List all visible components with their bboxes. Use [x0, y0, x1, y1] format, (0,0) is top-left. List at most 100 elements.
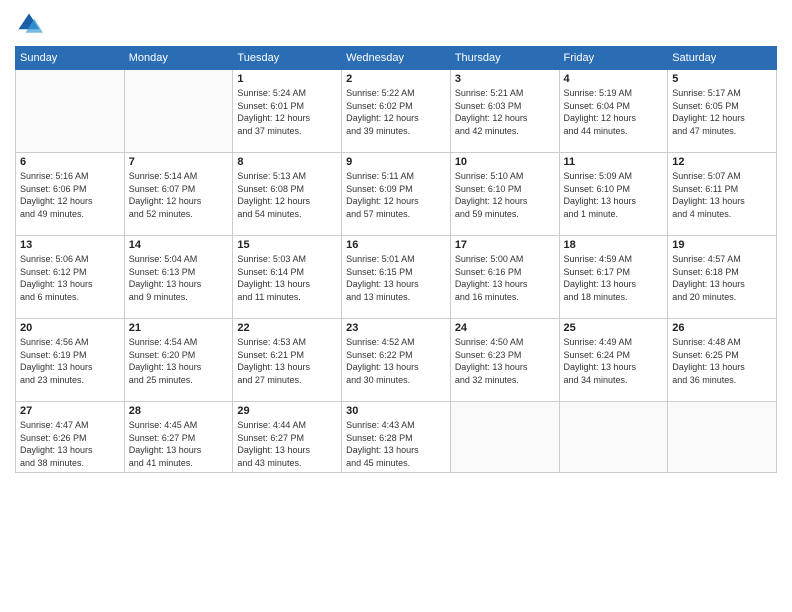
calendar-cell: 6 Sunrise: 5:16 AM Sunset: 6:06 PM Daylig… — [16, 153, 125, 236]
day-info: Sunrise: 4:59 AM Sunset: 6:17 PM Dayligh… — [564, 253, 664, 303]
calendar-cell: 4 Sunrise: 5:19 AM Sunset: 6:04 PM Daylig… — [559, 70, 668, 153]
calendar-cell: 22 Sunrise: 4:53 AM Sunset: 6:21 PM Dayli… — [233, 319, 342, 402]
day-info: Sunrise: 5:04 AM Sunset: 6:13 PM Dayligh… — [129, 253, 229, 303]
header — [15, 10, 777, 38]
day-number: 29 — [237, 405, 337, 417]
day-info: Sunrise: 4:50 AM Sunset: 6:23 PM Dayligh… — [455, 336, 555, 386]
day-info: Sunrise: 5:13 AM Sunset: 6:08 PM Dayligh… — [237, 170, 337, 220]
calendar-cell: 17 Sunrise: 5:00 AM Sunset: 6:16 PM Dayli… — [450, 236, 559, 319]
calendar-week-row: 6 Sunrise: 5:16 AM Sunset: 6:06 PM Daylig… — [16, 153, 777, 236]
calendar-cell: 3Sunrise: 5:21 AM Sunset: 6:03 PM Daylig… — [450, 70, 559, 153]
day-number: 30 — [346, 405, 446, 417]
calendar-cell: 10 Sunrise: 5:10 AM Sunset: 6:10 PM Dayli… — [450, 153, 559, 236]
calendar-cell: 24 Sunrise: 4:50 AM Sunset: 6:23 PM Dayli… — [450, 319, 559, 402]
day-number: 18 — [564, 239, 664, 251]
weekday-header: Thursday — [450, 47, 559, 70]
calendar-cell: 29 Sunrise: 4:44 AM Sunset: 6:27 PM Dayli… — [233, 402, 342, 473]
day-info: Sunrise: 5:14 AM Sunset: 6:07 PM Dayligh… — [129, 170, 229, 220]
day-number: 17 — [455, 239, 555, 251]
calendar-week-row: 1Sunrise: 5:24 AM Sunset: 6:01 PM Daylig… — [16, 70, 777, 153]
calendar-cell: 28 Sunrise: 4:45 AM Sunset: 6:27 PM Dayli… — [124, 402, 233, 473]
day-number: 26 — [672, 322, 772, 334]
day-number: 7 — [129, 156, 229, 168]
day-info: Sunrise: 4:43 AM Sunset: 6:28 PM Dayligh… — [346, 419, 446, 469]
calendar-cell — [450, 402, 559, 473]
calendar-cell — [668, 402, 777, 473]
calendar-cell: 8 Sunrise: 5:13 AM Sunset: 6:08 PM Daylig… — [233, 153, 342, 236]
calendar-cell: 25 Sunrise: 4:49 AM Sunset: 6:24 PM Dayli… — [559, 319, 668, 402]
calendar-cell: 5Sunrise: 5:17 AM Sunset: 6:05 PM Daylig… — [668, 70, 777, 153]
day-number: 9 — [346, 156, 446, 168]
calendar-cell — [124, 70, 233, 153]
day-info: Sunrise: 4:57 AM Sunset: 6:18 PM Dayligh… — [672, 253, 772, 303]
day-info: Sunrise: 5:06 AM Sunset: 6:12 PM Dayligh… — [20, 253, 120, 303]
calendar-cell: 11 Sunrise: 5:09 AM Sunset: 6:10 PM Dayli… — [559, 153, 668, 236]
calendar-cell: 14Sunrise: 5:04 AM Sunset: 6:13 PM Dayli… — [124, 236, 233, 319]
calendar-cell: 7 Sunrise: 5:14 AM Sunset: 6:07 PM Daylig… — [124, 153, 233, 236]
day-number: 11 — [564, 156, 664, 168]
logo — [15, 10, 47, 38]
weekday-header-row: SundayMondayTuesdayWednesdayThursdayFrid… — [16, 47, 777, 70]
day-info: Sunrise: 5:19 AM Sunset: 6:04 PM Dayligh… — [564, 87, 664, 137]
day-info: Sunrise: 5:09 AM Sunset: 6:10 PM Dayligh… — [564, 170, 664, 220]
day-info: Sunrise: 4:47 AM Sunset: 6:26 PM Dayligh… — [20, 419, 120, 469]
day-number: 19 — [672, 239, 772, 251]
day-number: 10 — [455, 156, 555, 168]
calendar-cell: 12 Sunrise: 5:07 AM Sunset: 6:11 PM Dayli… — [668, 153, 777, 236]
calendar-week-row: 13 Sunrise: 5:06 AM Sunset: 6:12 PM Dayli… — [16, 236, 777, 319]
day-info: Sunrise: 4:49 AM Sunset: 6:24 PM Dayligh… — [564, 336, 664, 386]
day-info: Sunrise: 5:01 AM Sunset: 6:15 PM Dayligh… — [346, 253, 446, 303]
day-number: 28 — [129, 405, 229, 417]
calendar-cell — [559, 402, 668, 473]
day-number: 20 — [20, 322, 120, 334]
day-info: Sunrise: 4:45 AM Sunset: 6:27 PM Dayligh… — [129, 419, 229, 469]
day-number: 2 — [346, 73, 446, 85]
calendar-cell: 16 Sunrise: 5:01 AM Sunset: 6:15 PM Dayli… — [342, 236, 451, 319]
day-number: 16 — [346, 239, 446, 251]
day-info: Sunrise: 4:53 AM Sunset: 6:21 PM Dayligh… — [237, 336, 337, 386]
day-number: 3 — [455, 73, 555, 85]
page: SundayMondayTuesdayWednesdayThursdayFrid… — [0, 0, 792, 612]
calendar-cell — [16, 70, 125, 153]
calendar-cell: 18 Sunrise: 4:59 AM Sunset: 6:17 PM Dayli… — [559, 236, 668, 319]
calendar-cell: 15Sunrise: 5:03 AM Sunset: 6:14 PM Dayli… — [233, 236, 342, 319]
calendar-cell: 20 Sunrise: 4:56 AM Sunset: 6:19 PM Dayli… — [16, 319, 125, 402]
day-number: 24 — [455, 322, 555, 334]
calendar-cell: 23Sunrise: 4:52 AM Sunset: 6:22 PM Dayli… — [342, 319, 451, 402]
calendar-cell: 27 Sunrise: 4:47 AM Sunset: 6:26 PM Dayli… — [16, 402, 125, 473]
day-info: Sunrise: 5:10 AM Sunset: 6:10 PM Dayligh… — [455, 170, 555, 220]
calendar-cell: 1Sunrise: 5:24 AM Sunset: 6:01 PM Daylig… — [233, 70, 342, 153]
day-info: Sunrise: 5:07 AM Sunset: 6:11 PM Dayligh… — [672, 170, 772, 220]
day-info: Sunrise: 5:03 AM Sunset: 6:14 PM Dayligh… — [237, 253, 337, 303]
calendar-cell: 21 Sunrise: 4:54 AM Sunset: 6:20 PM Dayli… — [124, 319, 233, 402]
day-info: Sunrise: 4:56 AM Sunset: 6:19 PM Dayligh… — [20, 336, 120, 386]
day-info: Sunrise: 4:54 AM Sunset: 6:20 PM Dayligh… — [129, 336, 229, 386]
day-info: Sunrise: 4:44 AM Sunset: 6:27 PM Dayligh… — [237, 419, 337, 469]
day-info: Sunrise: 5:22 AM Sunset: 6:02 PM Dayligh… — [346, 87, 446, 137]
weekday-header: Sunday — [16, 47, 125, 70]
logo-icon — [15, 10, 43, 38]
calendar-week-row: 20 Sunrise: 4:56 AM Sunset: 6:19 PM Dayli… — [16, 319, 777, 402]
day-number: 25 — [564, 322, 664, 334]
calendar-cell: 26 Sunrise: 4:48 AM Sunset: 6:25 PM Dayli… — [668, 319, 777, 402]
day-number: 12 — [672, 156, 772, 168]
day-number: 22 — [237, 322, 337, 334]
day-info: Sunrise: 4:52 AM Sunset: 6:22 PM Dayligh… — [346, 336, 446, 386]
calendar-cell: 19 Sunrise: 4:57 AM Sunset: 6:18 PM Dayli… — [668, 236, 777, 319]
weekday-header: Saturday — [668, 47, 777, 70]
weekday-header: Monday — [124, 47, 233, 70]
calendar-cell: 30 Sunrise: 4:43 AM Sunset: 6:28 PM Dayli… — [342, 402, 451, 473]
day-number: 21 — [129, 322, 229, 334]
day-info: Sunrise: 5:11 AM Sunset: 6:09 PM Dayligh… — [346, 170, 446, 220]
day-info: Sunrise: 5:00 AM Sunset: 6:16 PM Dayligh… — [455, 253, 555, 303]
day-info: Sunrise: 5:24 AM Sunset: 6:01 PM Dayligh… — [237, 87, 337, 137]
day-number: 13 — [20, 239, 120, 251]
day-info: Sunrise: 4:48 AM Sunset: 6:25 PM Dayligh… — [672, 336, 772, 386]
day-number: 8 — [237, 156, 337, 168]
day-number: 4 — [564, 73, 664, 85]
weekday-header: Tuesday — [233, 47, 342, 70]
day-info: Sunrise: 5:16 AM Sunset: 6:06 PM Dayligh… — [20, 170, 120, 220]
day-number: 6 — [20, 156, 120, 168]
day-number: 27 — [20, 405, 120, 417]
calendar-cell: 9 Sunrise: 5:11 AM Sunset: 6:09 PM Daylig… — [342, 153, 451, 236]
